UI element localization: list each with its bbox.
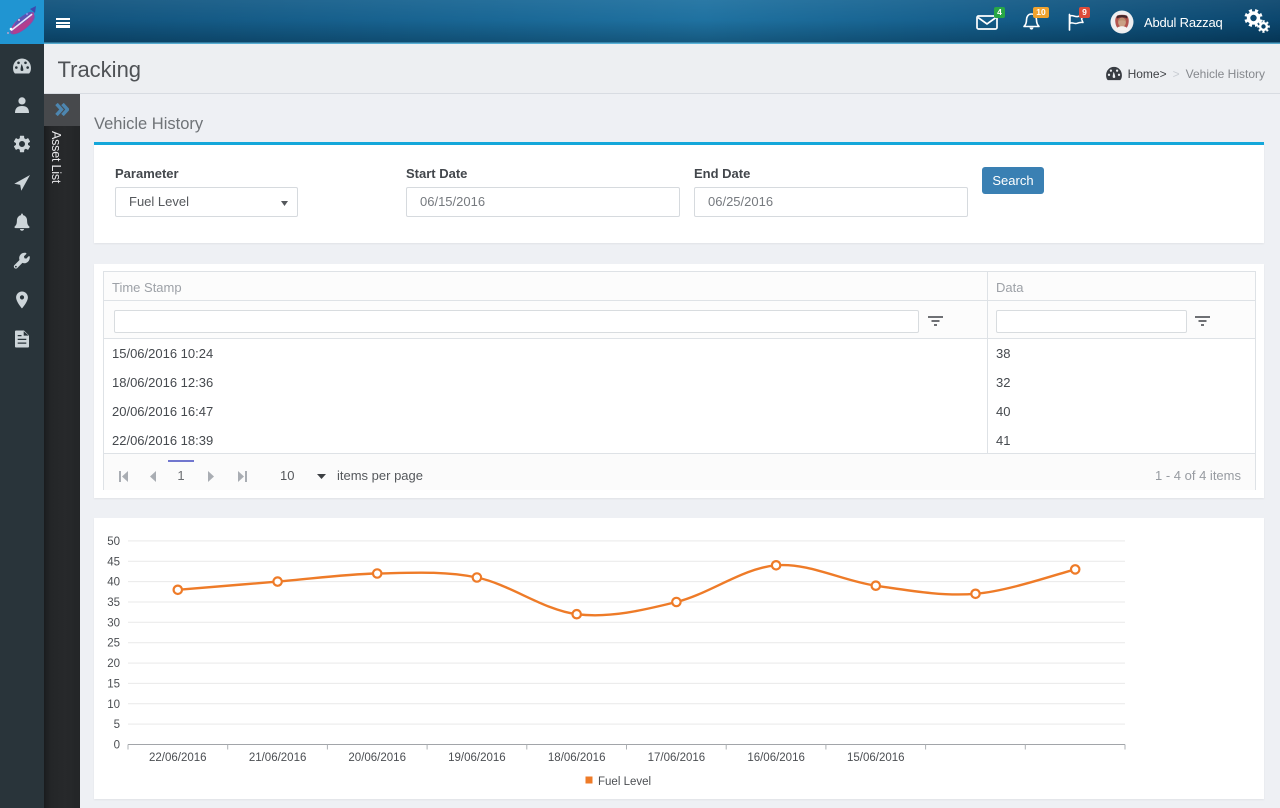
svg-text:15/06/2016: 15/06/2016 <box>847 752 905 764</box>
svg-text:18/06/2016: 18/06/2016 <box>548 752 606 764</box>
svg-text:17/06/2016: 17/06/2016 <box>648 752 706 764</box>
svg-text:40: 40 <box>107 577 120 589</box>
svg-text:35: 35 <box>107 597 120 609</box>
svg-text:15: 15 <box>107 678 120 690</box>
svg-text:21/06/2016: 21/06/2016 <box>249 752 307 764</box>
svg-text:25: 25 <box>107 638 120 650</box>
svg-text:5: 5 <box>114 719 120 731</box>
svg-text:10: 10 <box>107 699 120 711</box>
svg-text:22/06/2016: 22/06/2016 <box>149 752 207 764</box>
svg-text:20/06/2016: 20/06/2016 <box>348 752 406 764</box>
svg-text:Fuel Level: Fuel Level <box>598 776 651 788</box>
svg-text:45: 45 <box>107 556 120 568</box>
svg-text:20: 20 <box>107 658 120 670</box>
svg-text:50: 50 <box>107 536 120 548</box>
svg-text:30: 30 <box>107 617 120 629</box>
svg-text:16/06/2016: 16/06/2016 <box>747 752 805 764</box>
svg-text:19/06/2016: 19/06/2016 <box>448 752 506 764</box>
svg-text:0: 0 <box>114 740 120 752</box>
